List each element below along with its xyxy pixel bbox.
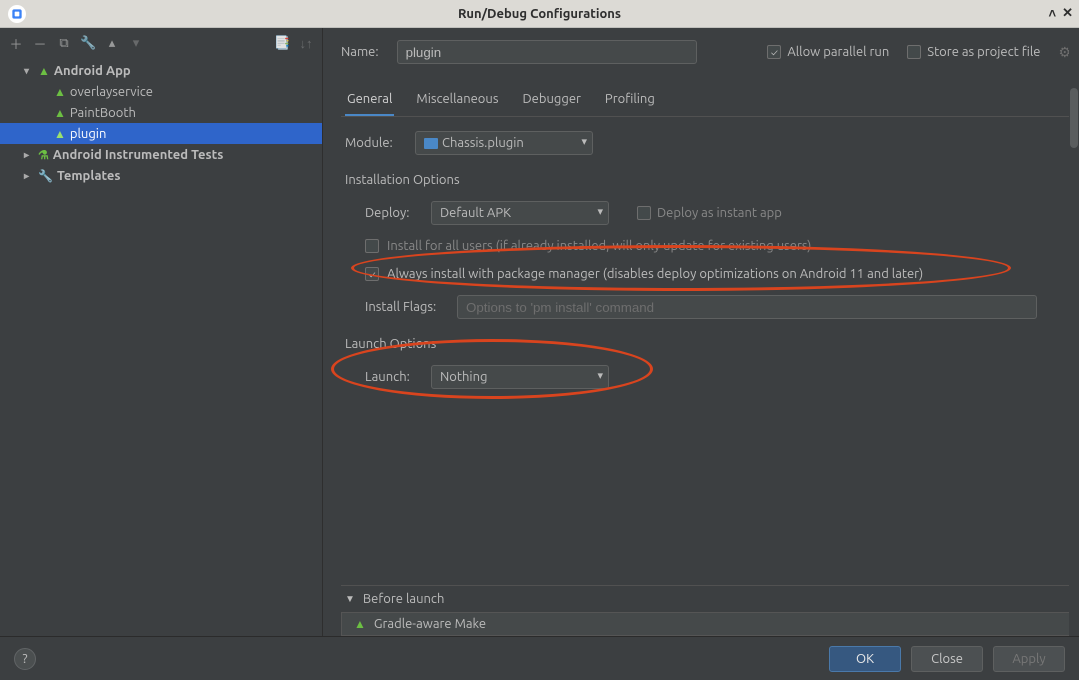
sort-icon[interactable]: ↓↑	[298, 36, 314, 51]
tab-profiling[interactable]: Profiling	[603, 86, 657, 116]
folder-icon	[424, 138, 438, 149]
install-flags-label: Install Flags:	[365, 300, 443, 314]
installation-options-title: Installation Options	[345, 173, 1067, 187]
module-select[interactable]: Chassis.plugin	[415, 131, 593, 155]
checkbox-label: Deploy as instant app	[657, 206, 782, 220]
close-button[interactable]: Close	[911, 646, 983, 672]
checkbox-label: Store as project file	[927, 45, 1040, 59]
before-launch-task-row[interactable]: ▲ Gradle-aware Make	[341, 612, 1071, 636]
tree-item-paintbooth[interactable]: ▲ PaintBooth	[0, 102, 322, 123]
deploy-label: Deploy:	[365, 206, 417, 220]
tree-item-plugin[interactable]: ▲ plugin	[0, 123, 322, 144]
tree-group-android-app[interactable]: ▾ ▲ Android App	[0, 60, 322, 81]
install-flags-input[interactable]	[457, 295, 1037, 319]
window-close-icon[interactable]: ✕	[1062, 6, 1073, 21]
chevron-right-icon: ▸	[24, 149, 34, 161]
checkbox-icon	[767, 45, 781, 59]
window-title: Run/Debug Configurations	[0, 7, 1079, 21]
checkbox-icon	[637, 206, 651, 220]
module-value: Chassis.plugin	[442, 136, 524, 150]
tree-group-templates[interactable]: ▸ 🔧 Templates	[0, 165, 322, 186]
tree-item-overlayservice[interactable]: ▲ overlayservice	[0, 81, 322, 102]
config-tabs: General Miscellaneous Debugger Profiling	[341, 86, 1071, 117]
chevron-down-icon: ▼	[345, 593, 355, 605]
app-icon	[8, 5, 26, 23]
store-as-project-checkbox[interactable]: Store as project file	[907, 45, 1040, 59]
name-input[interactable]	[397, 40, 697, 64]
deploy-instant-checkbox[interactable]: Deploy as instant app	[637, 206, 782, 220]
before-launch-section: ▼ Before launch ▲ Gradle-aware Make	[341, 585, 1071, 636]
configurations-tree[interactable]: ▾ ▲ Android App ▲ overlayservice ▲ Paint…	[0, 58, 322, 636]
checkbox-label: Always install with package manager (dis…	[387, 267, 923, 281]
tree-group-label: Android Instrumented Tests	[53, 148, 224, 162]
general-tab-content: Module: Chassis.plugin Installation Opti…	[341, 117, 1071, 403]
chevron-right-icon: ▸	[24, 170, 34, 182]
tree-item-label: plugin	[70, 127, 107, 141]
tree-group-instrumented[interactable]: ▸ ⚗ Android Instrumented Tests	[0, 144, 322, 165]
tab-miscellaneous[interactable]: Miscellaneous	[414, 86, 500, 116]
configuration-editor: Name: Allow parallel run Store as projec…	[323, 28, 1079, 636]
wrench-icon: 🔧	[38, 169, 53, 183]
android-icon: ▲	[54, 106, 66, 120]
remove-icon[interactable]: －	[32, 34, 48, 53]
down-icon[interactable]: ▾	[128, 36, 144, 51]
android-icon: ▲	[54, 127, 66, 141]
checkbox-icon	[365, 239, 379, 253]
checkbox-icon	[907, 45, 921, 59]
tab-debugger[interactable]: Debugger	[520, 86, 582, 116]
add-icon[interactable]: ＋	[8, 34, 24, 53]
tree-item-label: PaintBooth	[70, 106, 136, 120]
folder-action-icon[interactable]: 📑	[274, 36, 290, 51]
tree-item-label: overlayservice	[70, 85, 153, 99]
dialog-button-bar: ? OK Close Apply	[0, 636, 1079, 680]
android-icon: ▲	[38, 64, 50, 78]
tab-general[interactable]: General	[345, 86, 394, 116]
dialog-body: ＋ － ⧉ 🔧 ▴ ▾ 📑 ↓↑ ▾ ▲ Android App ▲ overl…	[0, 28, 1079, 680]
window-minimize-icon[interactable]: ˄	[1049, 6, 1057, 21]
before-launch-task-label: Gradle-aware Make	[374, 617, 486, 631]
wrench-icon[interactable]: 🔧	[80, 36, 96, 51]
android-icon: ▲	[54, 85, 66, 99]
flask-icon: ⚗	[38, 148, 49, 162]
allow-parallel-checkbox[interactable]: Allow parallel run	[767, 45, 889, 59]
module-label: Module:	[345, 136, 401, 150]
scrollbar-thumb[interactable]	[1070, 88, 1078, 148]
titlebar: Run/Debug Configurations ˄ ✕	[0, 0, 1079, 28]
install-all-users-checkbox[interactable]: Install for all users (if already instal…	[365, 239, 1067, 253]
before-launch-header[interactable]: ▼ Before launch	[341, 586, 1071, 612]
chevron-down-icon: ▾	[24, 65, 34, 77]
tree-group-label: Templates	[57, 169, 121, 183]
checkbox-icon	[365, 267, 379, 281]
scrollbar[interactable]	[1069, 28, 1079, 636]
up-icon[interactable]: ▴	[104, 36, 120, 51]
android-icon: ▲	[354, 617, 366, 631]
tree-group-label: Android App	[54, 64, 131, 78]
launch-options-title: Launch Options	[345, 337, 1067, 351]
config-toolbar: ＋ － ⧉ 🔧 ▴ ▾ 📑 ↓↑	[0, 28, 322, 58]
copy-icon[interactable]: ⧉	[56, 36, 72, 51]
checkbox-label: Allow parallel run	[787, 45, 889, 59]
apply-button[interactable]: Apply	[993, 646, 1065, 672]
before-launch-label: Before launch	[363, 592, 444, 606]
checkbox-label: Install for all users (if already instal…	[387, 239, 811, 253]
help-button[interactable]: ?	[14, 648, 36, 670]
name-label: Name:	[341, 45, 379, 59]
configurations-panel: ＋ － ⧉ 🔧 ▴ ▾ 📑 ↓↑ ▾ ▲ Android App ▲ overl…	[0, 28, 323, 636]
deploy-select[interactable]: Default APK	[431, 201, 609, 225]
launch-select[interactable]: Nothing	[431, 365, 609, 389]
always-package-manager-checkbox[interactable]: Always install with package manager (dis…	[365, 267, 1067, 281]
launch-label: Launch:	[365, 370, 417, 384]
ok-button[interactable]: OK	[829, 646, 901, 672]
